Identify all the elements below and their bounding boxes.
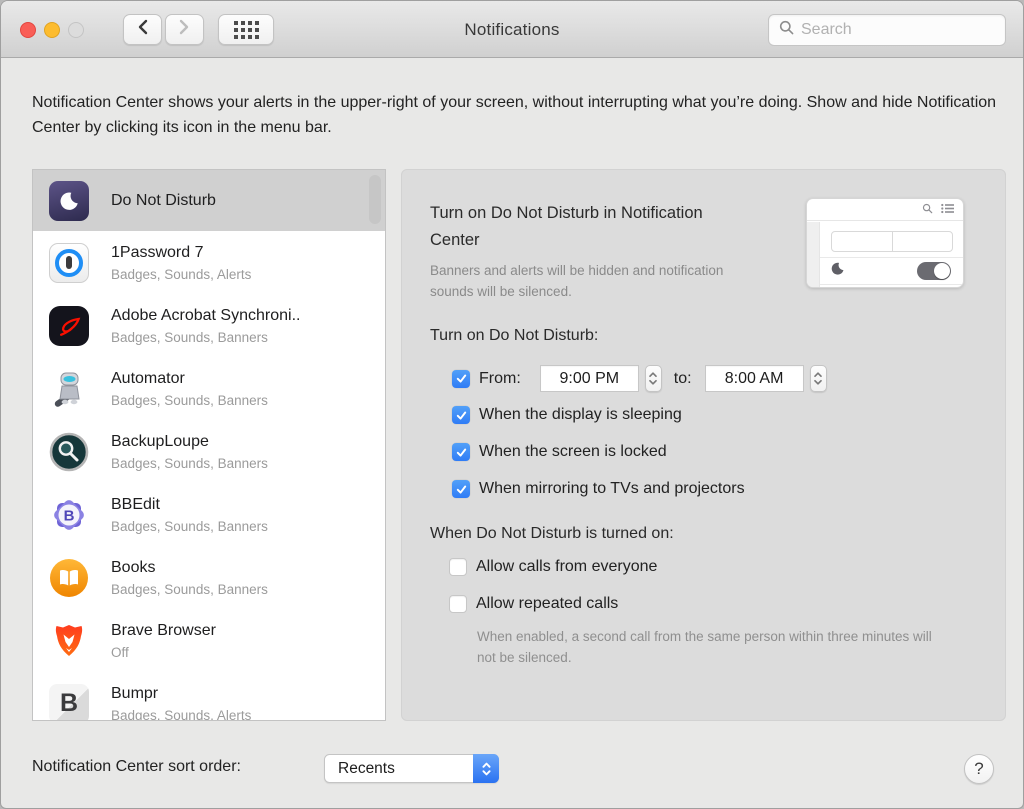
schedule-row: From: 9:00 PM to: 8:00 AM (452, 365, 827, 392)
moon-icon (49, 181, 89, 221)
list-item-label: Bumpr (111, 683, 251, 704)
from-time-stepper[interactable] (645, 365, 662, 392)
list-item-label: BBEdit (111, 494, 268, 515)
popup-chevrons-icon (473, 754, 499, 783)
notification-center-illustration (806, 198, 964, 288)
to-label: to: (674, 370, 692, 388)
to-time-stepper[interactable] (810, 365, 827, 392)
sort-order-popup[interactable]: Recents (324, 754, 499, 783)
display-sleeping-checkbox[interactable] (452, 406, 470, 424)
list-item-subtitle: Badges, Sounds, Banners (111, 329, 300, 347)
list-item-brave[interactable]: Brave Browser Off (33, 609, 385, 672)
search-field[interactable] (768, 14, 1006, 46)
notifications-preferences-window: Notifications Notification Center shows … (0, 0, 1024, 809)
bbedit-icon: B (49, 495, 89, 535)
list-item-books[interactable]: Books Badges, Sounds, Banners (33, 546, 385, 609)
list-item-backuploupe[interactable]: BackupLoupe Badges, Sounds, Banners (33, 420, 385, 483)
list-item-subtitle: Badges, Sounds, Banners (111, 581, 268, 599)
books-icon (49, 558, 89, 598)
list-item-subtitle: Badges, Sounds, Alerts (111, 707, 251, 722)
list-item-adobe-acrobat[interactable]: Adobe Acrobat Synchroni.. Badges, Sounds,… (33, 294, 385, 357)
list-item-subtitle: Badges, Sounds, Banners (111, 518, 268, 536)
toggle-on-illustration (917, 262, 951, 280)
allow-repeated-checkbox[interactable] (449, 595, 467, 613)
list-item-do-not-disturb[interactable]: Do Not Disturb (33, 170, 385, 231)
list-item-label: Books (111, 557, 268, 578)
list-item-label: 1Password 7 (111, 242, 251, 263)
list-scrollbar-thumb[interactable] (369, 175, 381, 224)
help-button[interactable]: ? (964, 754, 994, 784)
list-item-bbedit[interactable]: B BBEdit Badges, Sounds, Banners (33, 483, 385, 546)
from-label: From: (479, 370, 521, 388)
panel-heading: Turn on Do Not Disturb in Notification C… (430, 200, 730, 254)
sort-order-value: Recents (325, 760, 473, 778)
panel-subtext: Banners and alerts will be hidden and no… (430, 260, 730, 302)
allow-calls-checkbox[interactable] (449, 558, 467, 576)
moon-icon (830, 261, 845, 281)
screen-locked-checkbox[interactable] (452, 443, 470, 461)
mirroring-checkbox[interactable] (452, 480, 470, 498)
list-item-label: Adobe Acrobat Synchroni.. (111, 305, 300, 326)
illustration-dnd-row (820, 257, 963, 285)
title-bar: Notifications (1, 1, 1023, 58)
search-icon (779, 20, 794, 40)
automator-icon (49, 369, 89, 409)
allow-calls-row: Allow calls from everyone (449, 558, 657, 576)
list-item-bumpr[interactable]: B Bumpr Badges, Sounds, Alerts (33, 672, 385, 721)
from-checkbox[interactable] (452, 370, 470, 388)
illustration-segmented-control (831, 231, 953, 252)
brave-icon (49, 621, 89, 661)
search-icon (922, 201, 933, 219)
list-item-label: Automator (111, 368, 268, 389)
svg-text:B: B (64, 507, 75, 524)
search-input[interactable] (801, 21, 995, 39)
backuploupe-icon (49, 432, 89, 472)
list-item-label: Do Not Disturb (111, 190, 216, 211)
from-time-field[interactable]: 9:00 PM (540, 365, 639, 392)
list-item-label: BackupLoupe (111, 431, 268, 452)
screen-locked-row: When the screen is locked (452, 443, 667, 461)
list-item-label: Brave Browser (111, 620, 216, 641)
do-not-disturb-panel: Turn on Do Not Disturb in Notification C… (401, 169, 1006, 721)
allow-repeated-row: Allow repeated calls (449, 595, 618, 613)
list-item-subtitle: Badges, Sounds, Alerts (111, 266, 251, 284)
illustration-sidebar-strip (807, 222, 820, 287)
display-sleeping-row: When the display is sleeping (452, 406, 682, 424)
list-icon (941, 201, 954, 219)
list-item-subtitle: Badges, Sounds, Banners (111, 392, 268, 410)
bumpr-icon: B (49, 684, 89, 722)
acrobat-icon (49, 306, 89, 346)
question-mark-icon: ? (974, 759, 983, 779)
when-on-label: When Do Not Disturb is turned on: (430, 525, 674, 543)
repeated-calls-note: When enabled, a second call from the sam… (477, 626, 932, 668)
turn-on-dnd-label: Turn on Do Not Disturb: (430, 327, 598, 345)
app-list[interactable]: Do Not Disturb 1Password 7 Badges, Sounds… (32, 169, 386, 721)
panel-description: Notification Center shows your alerts in… (32, 90, 997, 140)
to-time-field[interactable]: 8:00 AM (705, 365, 804, 392)
list-item-subtitle: Off (111, 644, 216, 662)
list-item-subtitle: Badges, Sounds, Banners (111, 455, 268, 473)
sort-order-label: Notification Center sort order: (32, 758, 241, 776)
list-item-1password[interactable]: 1Password 7 Badges, Sounds, Alerts (33, 231, 385, 294)
1password-icon (49, 243, 89, 283)
mirroring-row: When mirroring to TVs and projectors (452, 480, 745, 498)
list-item-automator[interactable]: Automator Badges, Sounds, Banners (33, 357, 385, 420)
